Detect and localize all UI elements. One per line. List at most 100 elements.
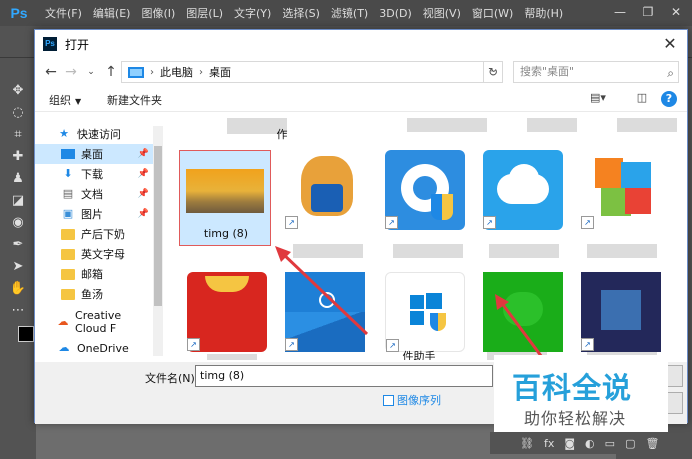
sidebar-item-onedrive[interactable]: ☁ OneDrive [35, 338, 153, 358]
breadcrumb-desktop[interactable]: 桌面 [209, 64, 231, 80]
minimize-button[interactable]: — [606, 2, 634, 22]
sidebar-item-creative-cloud[interactable]: ☁ Creative Cloud F [35, 309, 153, 335]
pin-icon: 📌 [137, 169, 149, 179]
move-tool-icon[interactable]: ✥ [9, 82, 27, 100]
sidebar-item-label: 鱼汤 [81, 288, 103, 301]
document-icon: ▤ [62, 187, 74, 200]
this-pc-icon [128, 66, 144, 78]
menu-filter[interactable]: 滤镜(T) [331, 5, 368, 21]
menu-3d[interactable]: 3D(D) [379, 7, 412, 20]
sidebar-item-label: 桌面 [81, 148, 103, 161]
blur-tool-icon[interactable]: ◉ [9, 214, 27, 232]
ps-window-controls: — ❐ ✕ [606, 2, 690, 22]
watermark: 百科全说 助你轻松解决 [494, 355, 668, 432]
restore-button[interactable]: ❐ [634, 2, 662, 22]
sidebar-item-downloads[interactable]: ⬇ 下载 📌 [35, 164, 153, 184]
dialog-close-button[interactable]: ✕ [659, 34, 681, 54]
forward-arrow-icon[interactable]: → [61, 62, 81, 82]
nav-scrollbar-thumb[interactable] [154, 146, 162, 306]
creative-cloud-icon: ☁ [57, 315, 69, 328]
ps-toolbar: ✥ ◌ ⌗ ✚ ♟ ◪ ◉ ✒ ➤ ✋ ⋯ [0, 58, 42, 398]
breadcrumb-chevron-icon: › [150, 66, 154, 78]
download-icon: ⬇ [63, 167, 73, 180]
view-options-icon[interactable]: ▤▾ [589, 91, 607, 107]
folder-icon [61, 288, 75, 300]
sidebar-item-folder[interactable]: 产后下奶 [35, 224, 153, 244]
menu-file[interactable]: 文件(F) [45, 5, 82, 21]
folder-icon [61, 248, 75, 260]
filename-input[interactable]: timg (8) [195, 365, 493, 387]
star-icon: ★ [59, 127, 69, 140]
select-arrow-icon[interactable]: ➤ [9, 258, 27, 276]
foreground-color-swatch[interactable] [18, 326, 34, 342]
back-arrow-icon[interactable]: ← [41, 62, 61, 82]
menu-view[interactable]: 视图(V) [423, 5, 461, 21]
link-icon[interactable]: ⛓ [520, 437, 534, 450]
sidebar-item-pictures[interactable]: ▣ 图片 📌 [35, 204, 153, 224]
file-list: 作 timg (8) ↗ ↗ ↗ ↗ ↗ ↗ ↗ ↗ 件助手 [167, 114, 687, 360]
folder-icon [61, 228, 75, 240]
adjustment-icon[interactable]: ◐ [585, 437, 595, 450]
help-icon[interactable]: ? [661, 91, 677, 107]
sidebar-item-label: Creative Cloud F [75, 309, 122, 335]
search-input[interactable]: 搜索"桌面" ⌕ [513, 61, 679, 83]
new-layer-icon[interactable]: ▢ [625, 437, 635, 450]
image-sequence-label: 图像序列 [397, 394, 441, 407]
menu-edit[interactable]: 编辑(E) [93, 5, 131, 21]
sidebar-item-folder[interactable]: 鱼汤 [35, 284, 153, 304]
recent-dropdown-icon[interactable]: ⌄ [81, 62, 101, 82]
up-arrow-icon[interactable]: ↑ [101, 62, 121, 82]
pin-icon: 📌 [137, 149, 149, 159]
command-bar: 组织 ▼ 新建文件夹 ▤▾ ◫ ? [35, 88, 687, 112]
eraser-tool-icon[interactable]: ◪ [9, 192, 27, 210]
sidebar-item-label: 邮箱 [81, 268, 103, 281]
onedrive-cloud-icon: ☁ [58, 341, 70, 354]
search-icon[interactable]: ⌕ [667, 63, 674, 83]
navigation-bar: ← → ⌄ ↑ › 此电脑 › 桌面 ⌄ ↻ 搜索"桌面" ⌕ [35, 58, 687, 86]
nav-scrollbar[interactable] [153, 126, 163, 356]
organize-button[interactable]: 组织 ▼ [49, 92, 81, 108]
ps-menubar: Ps 文件(F) 编辑(E) 图像(I) 图层(L) 文字(Y) 选择(S) 滤… [0, 0, 692, 26]
pen-tool-icon[interactable]: ✒ [9, 236, 27, 254]
sidebar-item-label: 图片 [81, 208, 103, 221]
refresh-icon[interactable]: ↻ [483, 61, 503, 83]
preview-pane-icon[interactable]: ◫ [633, 91, 651, 107]
pin-icon: 📌 [137, 189, 149, 199]
dropdown-triangle-icon: ▼ [75, 97, 82, 106]
breadcrumb-chevron-icon: › [199, 66, 203, 78]
trash-icon[interactable]: 🗑 [645, 437, 659, 450]
sidebar-item-documents[interactable]: ▤ 文档 📌 [35, 184, 153, 204]
menu-layer[interactable]: 图层(L) [186, 5, 223, 21]
picture-icon: ▣ [62, 207, 74, 220]
new-folder-button[interactable]: 新建文件夹 [107, 92, 162, 108]
fx-icon[interactable]: fx [544, 437, 554, 450]
sidebar-item-label: OneDrive [77, 341, 129, 355]
menu-type[interactable]: 文字(Y) [234, 5, 271, 21]
ps-app-icon: Ps [43, 37, 57, 51]
organize-label: 组织 [49, 94, 71, 107]
sidebar-item-folder[interactable]: 英文字母 [35, 244, 153, 264]
quick-access-label: 快速访问 [77, 128, 121, 141]
folder-icon[interactable]: ▭ [605, 437, 615, 450]
sidebar-item-folder[interactable]: 邮箱 [35, 264, 153, 284]
sidebar-item-desktop[interactable]: 桌面 📌 [35, 144, 153, 164]
more-tools-icon[interactable]: ⋯ [9, 302, 27, 320]
image-sequence-option[interactable]: 图像序列 [383, 392, 441, 408]
quick-access-item[interactable]: ★ 快速访问 [35, 124, 153, 144]
address-bar[interactable]: › 此电脑 › 桌面 ⌄ [121, 61, 503, 83]
annotation-arrows [275, 246, 546, 360]
lasso-tool-icon[interactable]: ◌ [9, 104, 27, 122]
close-app-button[interactable]: ✕ [662, 2, 690, 22]
photoshop-logo: Ps [10, 5, 28, 21]
healing-tool-icon[interactable]: ✚ [9, 148, 27, 166]
image-sequence-checkbox[interactable] [383, 394, 394, 406]
crop-tool-icon[interactable]: ⌗ [9, 126, 27, 144]
breadcrumb-this-pc[interactable]: 此电脑 [160, 64, 193, 80]
menu-window[interactable]: 窗口(W) [472, 5, 513, 21]
menu-help[interactable]: 帮助(H) [524, 5, 563, 21]
hand-tool-icon[interactable]: ✋ [9, 280, 27, 298]
menu-image[interactable]: 图像(I) [141, 5, 175, 21]
mask-icon[interactable]: ◙ [564, 437, 575, 450]
stamp-tool-icon[interactable]: ♟ [9, 170, 27, 188]
menu-select[interactable]: 选择(S) [282, 5, 320, 21]
